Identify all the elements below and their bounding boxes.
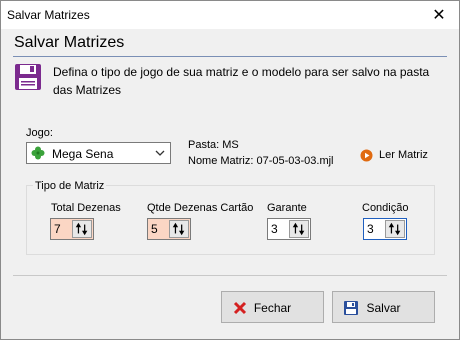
qtde-dezenas-stepper[interactable]: 5 bbox=[147, 218, 191, 240]
garante-stepper[interactable]: 3 bbox=[267, 218, 311, 240]
total-dezenas-stepper[interactable]: 7 bbox=[50, 218, 94, 240]
pasta-text: Pasta: MS bbox=[188, 139, 239, 151]
footer-divider bbox=[13, 275, 447, 276]
jogo-label: Jogo: bbox=[26, 127, 53, 139]
total-dezenas-label: Total Dezenas bbox=[51, 202, 121, 214]
nome-matriz-text: Nome Matriz: 07-05-03-03.mjl bbox=[188, 155, 334, 167]
window-title: Salvar Matrizes bbox=[7, 8, 90, 22]
garante-label: Garante bbox=[267, 202, 307, 214]
ler-matriz-label: Ler Matriz bbox=[379, 149, 428, 161]
salvar-label: Salvar bbox=[366, 301, 401, 315]
qtde-dezenas-label: Qtde Dezenas Cartão bbox=[147, 202, 254, 214]
play-icon bbox=[360, 149, 373, 161]
condicao-value: 3 bbox=[367, 222, 374, 236]
fechar-label: Fechar bbox=[253, 301, 292, 315]
ler-matriz-link[interactable]: Ler Matriz bbox=[360, 147, 428, 163]
total-dezenas-value: 7 bbox=[54, 222, 61, 236]
tipo-matriz-legend: Tipo de Matriz bbox=[33, 180, 107, 192]
header-divider bbox=[13, 56, 447, 57]
clover-icon bbox=[31, 146, 45, 160]
spin-arrows-icon[interactable] bbox=[169, 220, 189, 238]
jogo-selected-value: Mega Sena bbox=[52, 147, 114, 161]
qtde-dezenas-value: 5 bbox=[151, 222, 158, 236]
floppy-disk-icon bbox=[15, 64, 41, 90]
page-title: Salvar Matrizes bbox=[14, 34, 125, 51]
salvar-button[interactable]: Salvar bbox=[332, 291, 435, 323]
chevron-down-icon bbox=[155, 150, 165, 156]
close-icon[interactable]: ✕ bbox=[419, 1, 459, 29]
dialog-window: Salvar Matrizes ✕ Salvar Matrizes Defina… bbox=[0, 0, 460, 340]
condicao-stepper[interactable]: 3 bbox=[363, 218, 407, 240]
condicao-label: Condição bbox=[362, 202, 409, 214]
info-description: Defina o tipo de jogo de sua matriz e o … bbox=[53, 65, 430, 97]
title-bar: Salvar Matrizes ✕ bbox=[1, 1, 459, 29]
jogo-select[interactable]: Mega Sena bbox=[26, 142, 171, 164]
spin-arrows-icon[interactable] bbox=[72, 220, 92, 238]
fechar-button[interactable]: Fechar bbox=[221, 291, 324, 323]
spin-arrows-icon[interactable] bbox=[289, 220, 309, 238]
spin-arrows-icon[interactable] bbox=[385, 220, 405, 238]
garante-value: 3 bbox=[271, 222, 278, 236]
